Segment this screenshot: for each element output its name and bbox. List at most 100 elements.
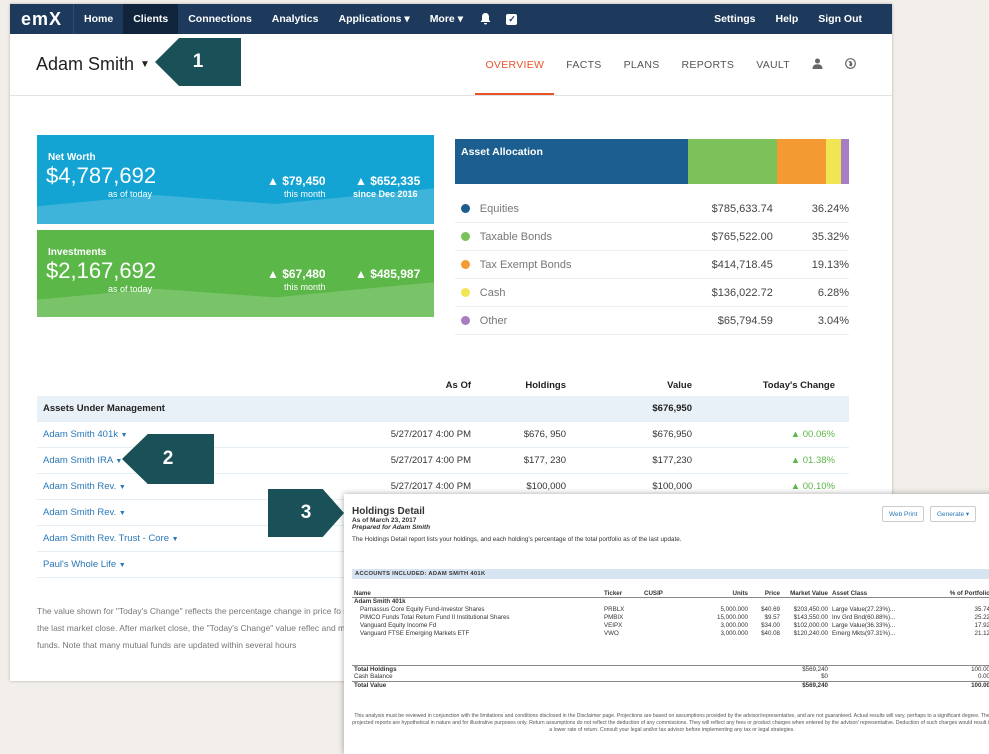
fund-ticker: VWO <box>604 629 619 637</box>
aum-header-row: As Of Holdings Value Today's Change <box>37 374 849 396</box>
nav-help[interactable]: Help <box>765 4 808 34</box>
account-todays-change: ▲ 00.06% <box>790 429 835 440</box>
caret-down-icon[interactable]: ▼ <box>115 458 122 465</box>
caret-down-icon[interactable]: ▼ <box>119 562 126 569</box>
nav-connections[interactable]: Connections <box>178 4 262 34</box>
nav-settings[interactable]: Settings <box>704 4 765 34</box>
holdings-row: Vanguard Equity Income Fd VEIPX 3,000.000 $… <box>352 621 989 629</box>
caret-down-icon: ▼ <box>140 59 150 70</box>
investments-value: $2,167,692 <box>46 258 157 283</box>
caret-down-icon[interactable]: ▼ <box>121 432 128 439</box>
allocation-row[interactable]: Tax Exempt Bonds $414,718.45 19.13% <box>455 251 849 279</box>
holdings-column-header: Market Value <box>782 583 830 598</box>
tab-overview[interactable]: OVERVIEW <box>475 34 555 95</box>
allocation-value: $136,022.72 <box>711 286 773 299</box>
caret-down-icon[interactable]: ▼ <box>119 510 126 517</box>
net-worth-month-change: ▲ $79,450 <box>267 174 326 188</box>
aum-section-value: $676,950 <box>652 403 692 414</box>
generate-button[interactable]: Generate ▾ <box>930 506 977 522</box>
net-worth-card[interactable]: Net Worth $4,787,692 as of today ▲ $79,4… <box>37 135 434 224</box>
allocation-name: Tax Exempt Bonds <box>479 258 572 271</box>
nav-analytics[interactable]: Analytics <box>262 4 329 34</box>
total-label: Total Value <box>352 680 602 689</box>
fund-name: Parnassus Core Equity Fund-Investor Shar… <box>360 605 485 613</box>
investments-as-of: as of today <box>108 284 153 294</box>
nav-clients[interactable]: Clients <box>123 4 179 34</box>
holdings-as-of: As of March 23, 2017 <box>352 517 417 524</box>
account-link[interactable]: Adam Smith Rev. <box>43 481 116 492</box>
allocation-percent: 35.32% <box>811 230 850 243</box>
tab-reports[interactable]: REPORTS <box>682 34 735 95</box>
account-link[interactable]: Adam Smith Rev. Trust - Core <box>43 533 169 544</box>
bell-icon[interactable] <box>473 13 499 25</box>
allocation-row[interactable]: Taxable Bonds $765,522.00 35.32% <box>455 223 849 251</box>
person-icon[interactable] <box>812 58 823 72</box>
globe-icon[interactable] <box>845 57 856 72</box>
account-link[interactable]: Adam Smith 401k <box>43 429 118 440</box>
allocation-percent: 3.04% <box>817 314 850 327</box>
allocation-name: Other <box>479 314 508 327</box>
nav-sign-out[interactable]: Sign Out <box>808 4 892 34</box>
fund-market-value: $102,000.00 <box>793 621 828 629</box>
account-holdings: $100,000 <box>526 481 566 492</box>
holdings-header-row: Name Ticker CUSIP Units Price Market Value Ass… <box>352 583 989 598</box>
investments-card[interactable]: Investments $2,167,692 as of today ▲ $67… <box>37 230 434 317</box>
fund-units: 15,000.000 <box>717 613 748 621</box>
caret-down-icon[interactable]: ▼ <box>172 536 179 543</box>
holdings-total-row: Cash Balance $0 0.00 <box>352 673 989 681</box>
fund-asset-class: Inv Grd Bnd(60.88%)... <box>832 613 896 621</box>
allocation-percent: 6.28% <box>817 286 850 299</box>
col-as-of: As Of <box>445 379 471 391</box>
investments-month-change: ▲ $67,480 <box>267 267 326 281</box>
asset-allocation-title: Asset Allocation <box>461 146 543 158</box>
nav-more[interactable]: More ▾ <box>420 4 473 34</box>
total-label: Total Holdings <box>352 664 602 673</box>
asset-allocation-panel[interactable]: Asset Allocation Equities $785,633.74 36.2… <box>455 139 849 335</box>
investments-month-label: this month <box>284 282 326 292</box>
fund-units: 3,000.000 <box>720 621 748 629</box>
caret-down-icon[interactable]: ▼ <box>119 484 126 491</box>
emx-logo[interactable]: emX <box>10 4 74 34</box>
holdings-column-header: Units <box>692 583 750 598</box>
account-link[interactable]: Adam Smith IRA <box>43 455 113 466</box>
legend-dot-icon <box>461 260 470 269</box>
account-value: $676,950 <box>652 429 692 440</box>
fund-market-value: $203,450.00 <box>793 605 828 613</box>
legend-dot-icon <box>461 316 470 325</box>
fund-price: $34.00 <box>761 621 780 629</box>
fund-name: Vanguard FTSE Emerging Markets ETF <box>360 629 470 637</box>
fund-market-value: $143,550.00 <box>793 613 828 621</box>
fund-cusip <box>642 629 692 637</box>
col-value: Value <box>667 379 692 391</box>
allocation-percent: 36.24% <box>811 202 850 215</box>
total-percent: 100.00 <box>922 664 989 673</box>
legend-dot-icon <box>461 204 470 213</box>
account-link[interactable]: Adam Smith Rev. <box>43 507 116 518</box>
total-market-value: $0 <box>821 673 828 681</box>
total-market-value: $569,240 <box>782 664 830 673</box>
allocation-row[interactable]: Other $65,794.59 3.04% <box>455 307 849 335</box>
account-link[interactable]: Paul's Whole Life <box>43 559 116 570</box>
tasks-check-icon[interactable]: ✓ <box>499 13 525 25</box>
holdings-column-header: Asset Class <box>830 583 922 598</box>
fund-asset-class: Large Value(27.23%)... <box>832 605 896 613</box>
account-as-of: 5/27/2017 4:00 PM <box>390 455 471 466</box>
investments-title: Investments <box>48 247 107 258</box>
net-worth-value: $4,787,692 <box>46 163 157 188</box>
allocation-bar-segment <box>777 139 826 184</box>
tab-vault[interactable]: VAULT <box>756 34 790 95</box>
account-holdings: $177, 230 <box>523 455 566 466</box>
client-selector[interactable]: Adam Smith ▼ <box>36 54 150 75</box>
web-print-button[interactable]: Web Print <box>882 506 925 522</box>
client-name: Adam Smith <box>36 54 135 74</box>
nav-home[interactable]: Home <box>74 4 123 34</box>
fund-name: Vanguard Equity Income Fd <box>360 621 437 629</box>
allocation-row[interactable]: Equities $785,633.74 36.24% <box>455 195 849 223</box>
todays-change-note: The value shown for "Today's Change" ref… <box>37 606 364 650</box>
allocation-row[interactable]: Cash $136,022.72 6.28% <box>455 279 849 307</box>
aum-section-row: Assets Under Management $676,950 <box>37 396 849 422</box>
aum-section-title: Assets Under Management <box>43 403 165 414</box>
tab-plans[interactable]: PLANS <box>624 34 660 95</box>
nav-applications[interactable]: Applications ▾ <box>328 4 419 34</box>
tab-facts[interactable]: FACTS <box>566 34 601 95</box>
